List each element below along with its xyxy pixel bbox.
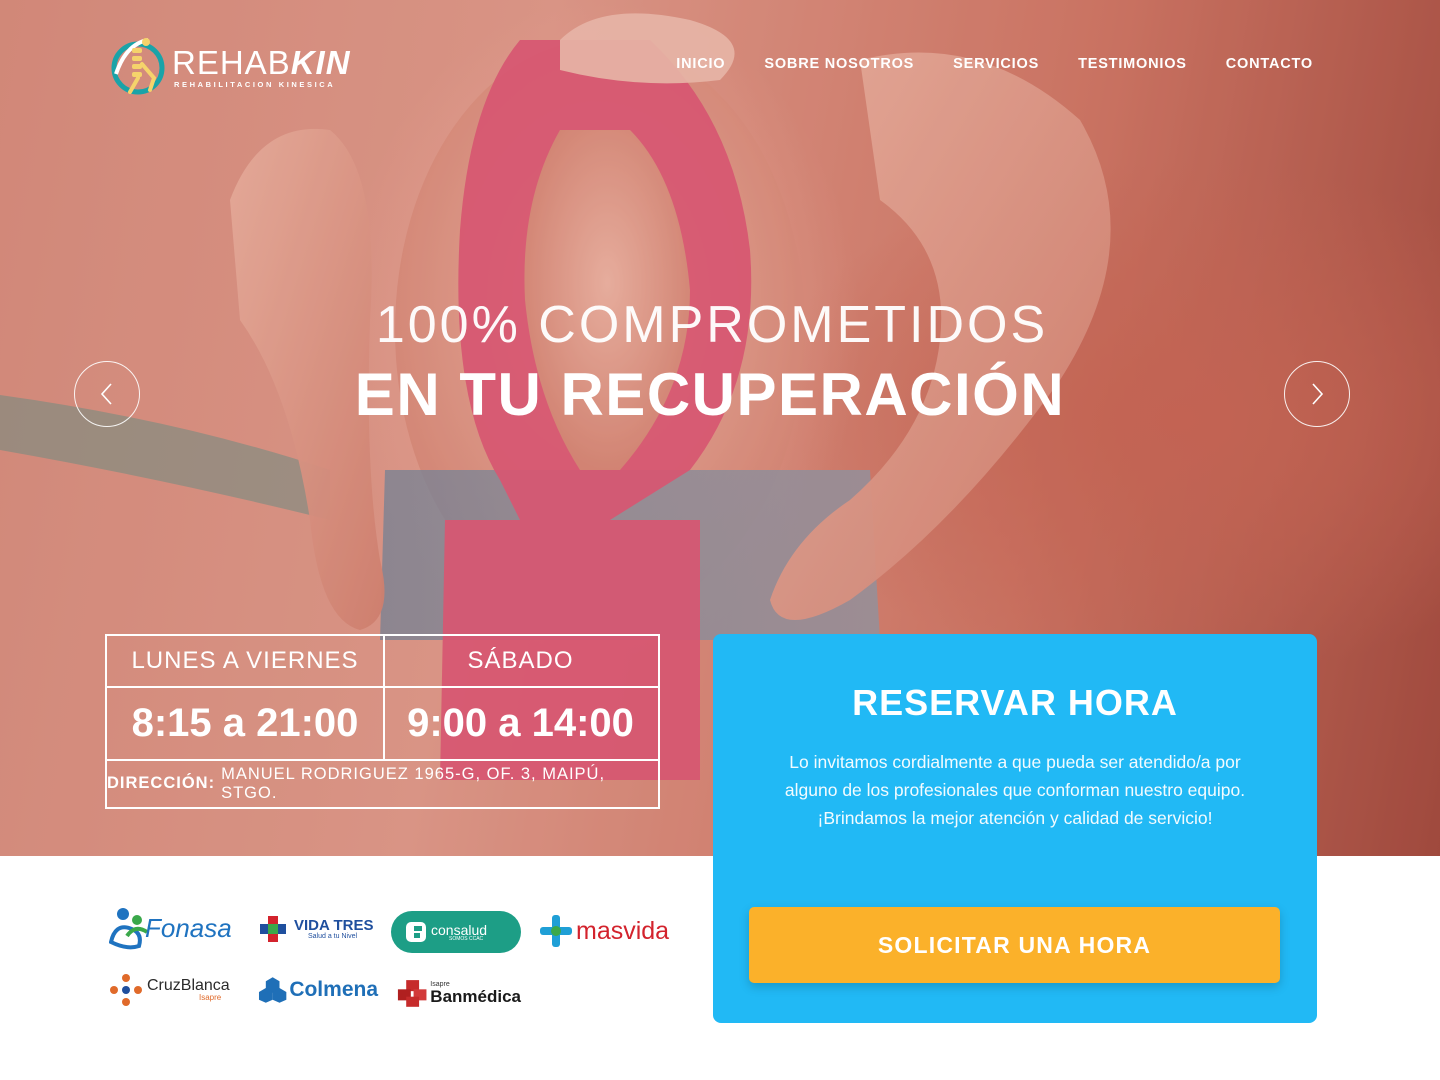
brand-logo[interactable]: REHABKIN REHABILITACION KINESICA — [108, 34, 358, 96]
consalud-c-icon — [406, 922, 426, 942]
cruzblanca-subtext: Isapre — [199, 993, 222, 1002]
booking-description: Lo invitamos cordialmente a que pueda se… — [784, 752, 1246, 828]
vidatres-subtext: Salud a tu Nivel — [308, 933, 358, 940]
consalud-logo: consalud SOMOS CCAC — [391, 911, 521, 953]
vidatres-text: VIDA TRES — [294, 917, 374, 934]
chevron-left-icon — [100, 383, 112, 405]
banmedica-logo: Isapre Banmédica — [397, 974, 521, 1012]
chevron-right-icon — [1312, 383, 1324, 405]
banmedica-cubes-icon — [397, 980, 427, 1007]
weekday-label: LUNES A VIERNES — [131, 647, 359, 674]
saturday-hours: 9:00 a 14:00 — [407, 700, 634, 745]
insurer-logos: Fonasa VIDA TRES Salud a tu Nivel consal… — [105, 900, 685, 1020]
masvida-text: masvida — [576, 916, 670, 945]
hero-headline-line2: EN TU RECUPERACIÓN — [354, 361, 1066, 428]
masvida-logo: masvida — [539, 912, 674, 950]
consalud-subtext: SOMOS CCAC — [449, 935, 484, 942]
booking-card: RESERVAR HORA Lo invitamos cordialmente … — [713, 634, 1317, 1023]
spine-figure-icon — [111, 38, 165, 95]
nav-item-servicios[interactable]: SERVICIOS — [953, 56, 1039, 72]
weekday-hours: 8:15 a 21:00 — [131, 700, 359, 745]
brand-wordmark: REHABKIN — [172, 46, 351, 79]
main-nav: INICIO SOBRE NOSOTROS SERVICIOS TESTIMON… — [676, 56, 1313, 72]
nav-item-contacto[interactable]: CONTACTO — [1226, 56, 1313, 72]
cruzblanca-logo: CruzBlanca Isapre — [109, 972, 233, 1008]
cruzblanca-text: CruzBlanca — [147, 977, 230, 994]
opening-hours-table: LUNES A VIERNES SÁBADO 8:15 a 21:00 9:00… — [105, 634, 660, 809]
slider-prev-button[interactable] — [74, 361, 140, 427]
nav-item-sobre-nosotros[interactable]: SOBRE NOSOTROS — [764, 56, 914, 72]
fonasa-people-icon — [109, 908, 149, 950]
masvida-star-icon — [540, 915, 572, 947]
address-value: MANUEL RODRIGUEZ 1965-G, OF. 3, MAIPÚ, S… — [221, 764, 606, 802]
slider-next-button[interactable] — [1284, 361, 1350, 427]
address-label: DIRECCIÓN: — [107, 774, 216, 792]
banmedica-text: Banmédica — [430, 987, 521, 1006]
brand-name-bold: KIN — [290, 44, 351, 81]
hero-headline-line1: 100% COMPROMETIDOS — [375, 296, 1049, 354]
consalud-text: consalud — [431, 921, 488, 938]
colmena-hexagon-icon — [258, 977, 287, 1003]
brand-name-light: REHAB — [172, 44, 291, 81]
brand-tagline: REHABILITACION KINESICA — [174, 80, 336, 89]
saturday-label: SÁBADO — [467, 647, 574, 674]
colmena-logo: Colmena — [258, 974, 378, 1006]
address-row: DIRECCIÓN: MANUEL RODRIGUEZ 1965-G, OF. … — [107, 760, 658, 807]
nav-item-inicio[interactable]: INICIO — [676, 56, 725, 72]
fonasa-text: Fonasa — [145, 912, 232, 943]
vidatres-logo: VIDA TRES Salud a tu Nivel — [258, 912, 376, 946]
request-appointment-button[interactable]: SOLICITAR UNA HORA — [749, 907, 1280, 983]
nav-item-testimonios[interactable]: TESTIMONIOS — [1078, 56, 1187, 72]
vidatres-cross-icon — [260, 916, 286, 942]
colmena-text: Colmena — [289, 978, 378, 1001]
fonasa-logo: Fonasa — [109, 906, 241, 950]
booking-title: RESERVAR HORA — [852, 682, 1178, 723]
cruzblanca-cross-icon — [110, 974, 142, 1006]
